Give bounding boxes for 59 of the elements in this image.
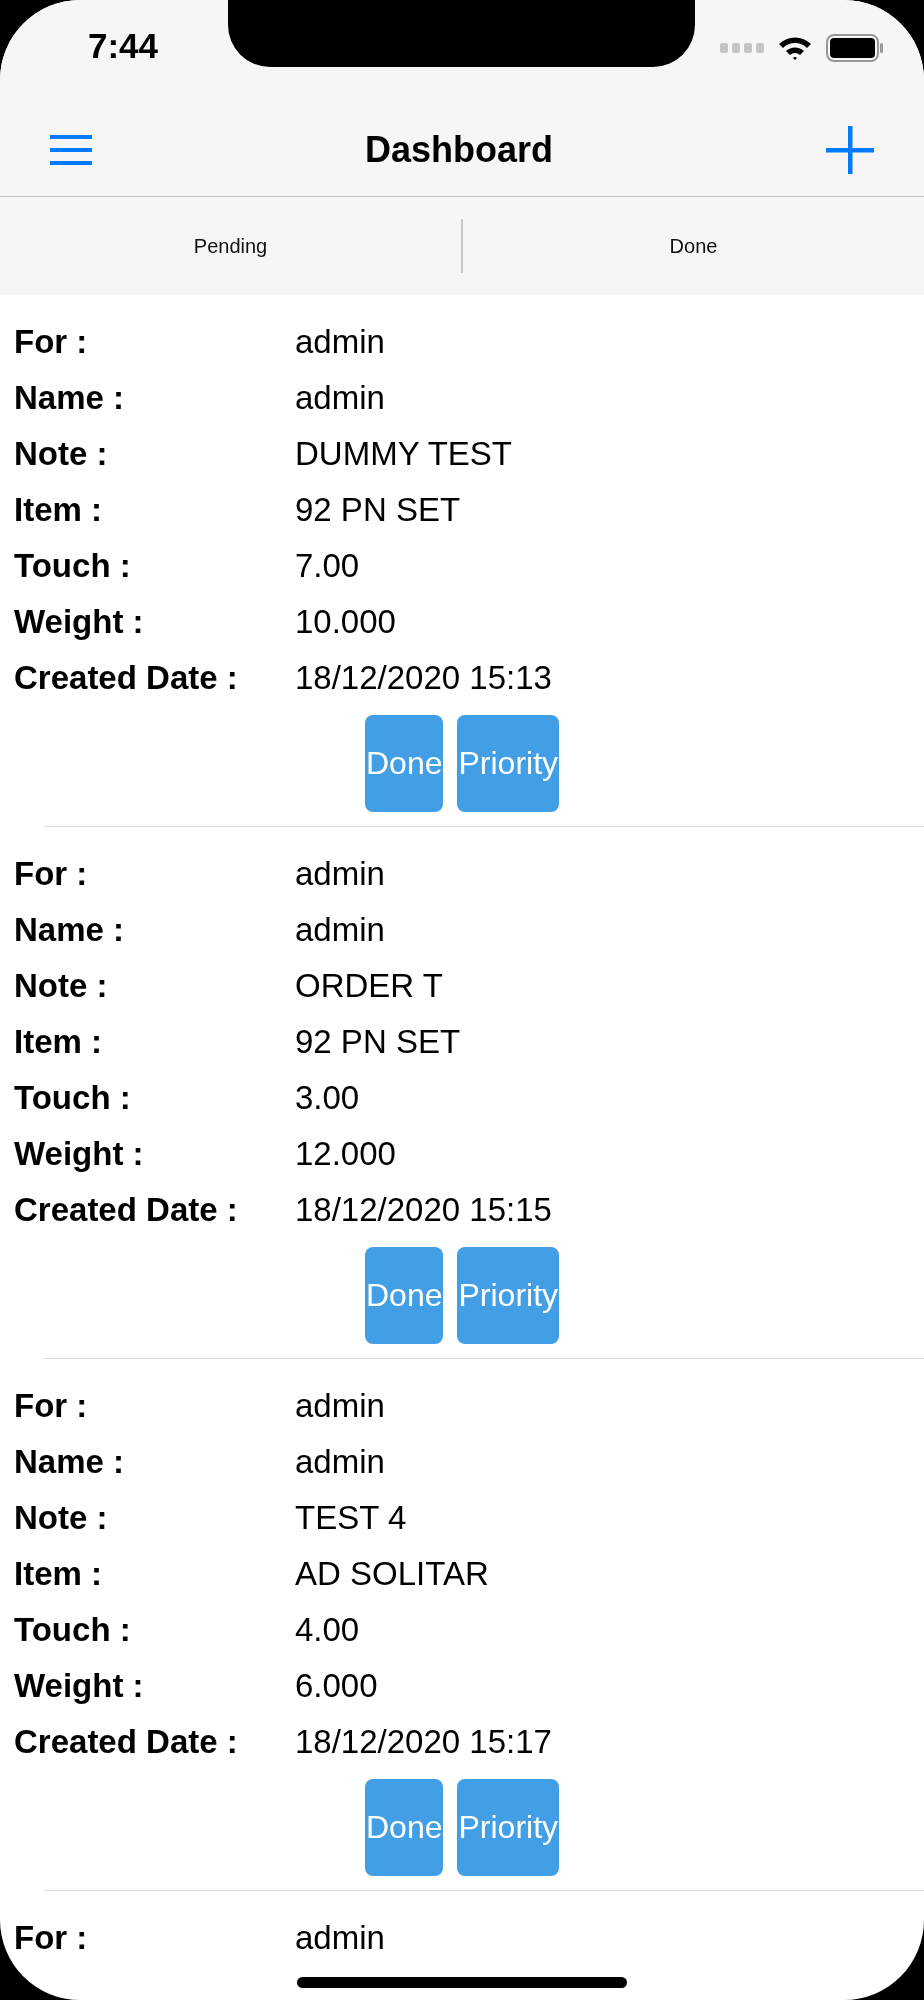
field-label: Touch : — [13, 1079, 132, 1117]
segment-tab[interactable]: Done — [463, 224, 924, 268]
field-value: 18/12/2020 15:15 — [295, 1191, 552, 1229]
field-value: 3.00 — [295, 1079, 360, 1117]
signal-icon — [720, 43, 764, 53]
menu-icon[interactable] — [50, 135, 92, 165]
field-value: admin — [295, 1387, 385, 1425]
done-button[interactable]: Done — [364, 715, 444, 812]
field-label: Created Date : — [13, 659, 239, 697]
field-label: Weight : — [13, 603, 145, 641]
field-label: Item : — [13, 1555, 103, 1593]
battery-icon — [826, 34, 884, 62]
field-value: DUMMY TEST — [295, 435, 512, 473]
wifi-icon — [778, 35, 812, 61]
field-label: For : — [13, 1387, 89, 1425]
field-label: For : — [13, 1919, 89, 1957]
field-label: Name : — [13, 1443, 126, 1481]
field-value: admin — [295, 1919, 385, 1957]
field-value: 6.000 — [295, 1667, 378, 1705]
field-label: Touch : — [13, 1611, 132, 1649]
field-value: ORDER T — [295, 967, 443, 1005]
field-value: AD SOLITAR — [295, 1555, 489, 1593]
field-value: 10.000 — [295, 603, 396, 641]
field-value: admin — [295, 1443, 385, 1481]
field-value: 92 PN SET — [295, 491, 461, 529]
done-button[interactable]: Done — [364, 1247, 444, 1344]
field-label: Created Date : — [13, 1723, 239, 1761]
segment-tab[interactable]: Pending — [0, 224, 461, 268]
field-label: For : — [13, 323, 89, 361]
field-value: admin — [295, 323, 385, 361]
field-label: Item : — [13, 491, 103, 529]
field-value: TEST 4 — [295, 1499, 407, 1537]
field-value: 4.00 — [295, 1611, 360, 1649]
field-value: 18/12/2020 15:13 — [295, 659, 552, 697]
status-time: 7:44 — [88, 26, 159, 66]
field-label: Note : — [13, 435, 109, 473]
field-value: 92 PN SET — [295, 1023, 461, 1061]
add-icon[interactable] — [826, 126, 874, 174]
priority-button[interactable]: Priority — [457, 1779, 560, 1876]
field-label: Name : — [13, 911, 126, 949]
field-label: For : — [13, 855, 89, 893]
field-label: Created Date : — [13, 1191, 239, 1229]
field-label: Item : — [13, 1023, 103, 1061]
field-value: 7.00 — [295, 547, 360, 585]
field-label: Touch : — [13, 547, 132, 585]
field-label: Note : — [13, 1499, 109, 1537]
field-value: admin — [295, 855, 385, 893]
screen-title: Dashboard — [364, 129, 553, 171]
field-value: 18/12/2020 15:17 — [295, 1723, 552, 1761]
field-label: Weight : — [13, 1667, 145, 1705]
field-value: admin — [295, 911, 385, 949]
field-label: Note : — [13, 967, 109, 1005]
done-button[interactable]: Done — [364, 1779, 444, 1876]
priority-button[interactable]: Priority — [457, 1247, 560, 1344]
field-value: admin — [295, 379, 385, 417]
field-value: 12.000 — [295, 1135, 396, 1173]
priority-button[interactable]: Priority — [457, 715, 560, 812]
field-label: Weight : — [13, 1135, 145, 1173]
field-label: Name : — [13, 379, 126, 417]
